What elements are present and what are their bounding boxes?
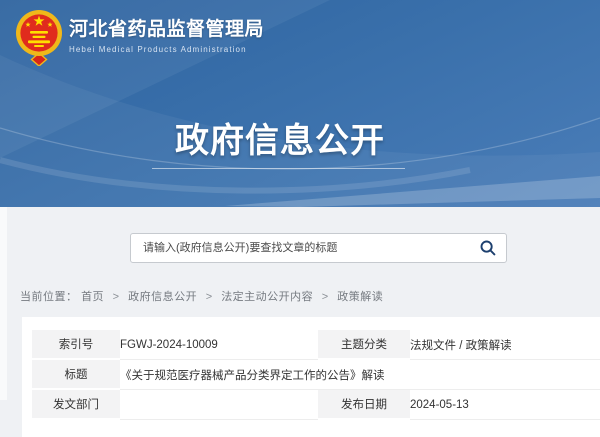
topic-category-label: 主题分类: [318, 330, 410, 360]
breadcrumb-separator: >: [113, 291, 120, 303]
breadcrumb-item-home[interactable]: 首页: [81, 291, 104, 303]
site-name: 河北省药品监督管理局: [69, 18, 264, 42]
breadcrumb-item-statutory-disclosure[interactable]: 法定主动公开内容: [221, 291, 313, 303]
topic-category-value: 法规文件 / 政策解读: [410, 330, 600, 360]
publish-date-value: 2024-05-13: [410, 390, 600, 420]
search-icon[interactable]: [480, 240, 496, 256]
breadcrumb-separator: >: [206, 291, 213, 303]
site-brand[interactable]: 河北省药品监督管理局 Hebei Medical Products Admini…: [15, 8, 264, 66]
left-gutter: [0, 207, 7, 400]
breadcrumb: 当前位置： 首页 > 政府信息公开 > 法定主动公开内容 > 政策解读: [20, 288, 383, 304]
breadcrumb-label: 当前位置：: [20, 291, 78, 303]
publish-date-label: 发布日期: [318, 390, 410, 420]
page-title: 政府信息公开: [0, 113, 560, 162]
breadcrumb-separator: >: [322, 291, 329, 303]
document-meta-card: 索引号 FGWJ-2024-10009 主题分类 法规文件 / 政策解读 标题 …: [22, 317, 600, 437]
title-value: 《关于规范医疗器械产品分类界定工作的公告》解读: [120, 360, 600, 390]
index-number-value: FGWJ-2024-10009: [120, 330, 318, 360]
index-number-label: 索引号: [32, 330, 120, 360]
breadcrumb-item-policy-interpretation: 政策解读: [337, 291, 383, 303]
document-meta-table: 索引号 FGWJ-2024-10009 主题分类 法规文件 / 政策解读 标题 …: [32, 330, 600, 420]
table-row: 标题 《关于规范医疗器械产品分类界定工作的公告》解读: [32, 360, 600, 390]
issuing-department-value: [120, 390, 318, 420]
national-emblem-logo: [15, 8, 63, 66]
search-bar: [130, 233, 507, 263]
search-input[interactable]: [130, 233, 507, 263]
site-header-banner: 河北省药品监督管理局 Hebei Medical Products Admini…: [0, 0, 600, 207]
issuing-department-label: 发文部门: [32, 390, 120, 420]
table-row: 发文部门 发布日期 2024-05-13: [32, 390, 600, 420]
banner-underline: [152, 168, 405, 169]
breadcrumb-item-gov-info[interactable]: 政府信息公开: [128, 291, 197, 303]
site-name-english: Hebei Medical Products Administration: [69, 45, 264, 54]
title-label: 标题: [32, 360, 120, 390]
table-row: 索引号 FGWJ-2024-10009 主题分类 法规文件 / 政策解读: [32, 330, 600, 360]
